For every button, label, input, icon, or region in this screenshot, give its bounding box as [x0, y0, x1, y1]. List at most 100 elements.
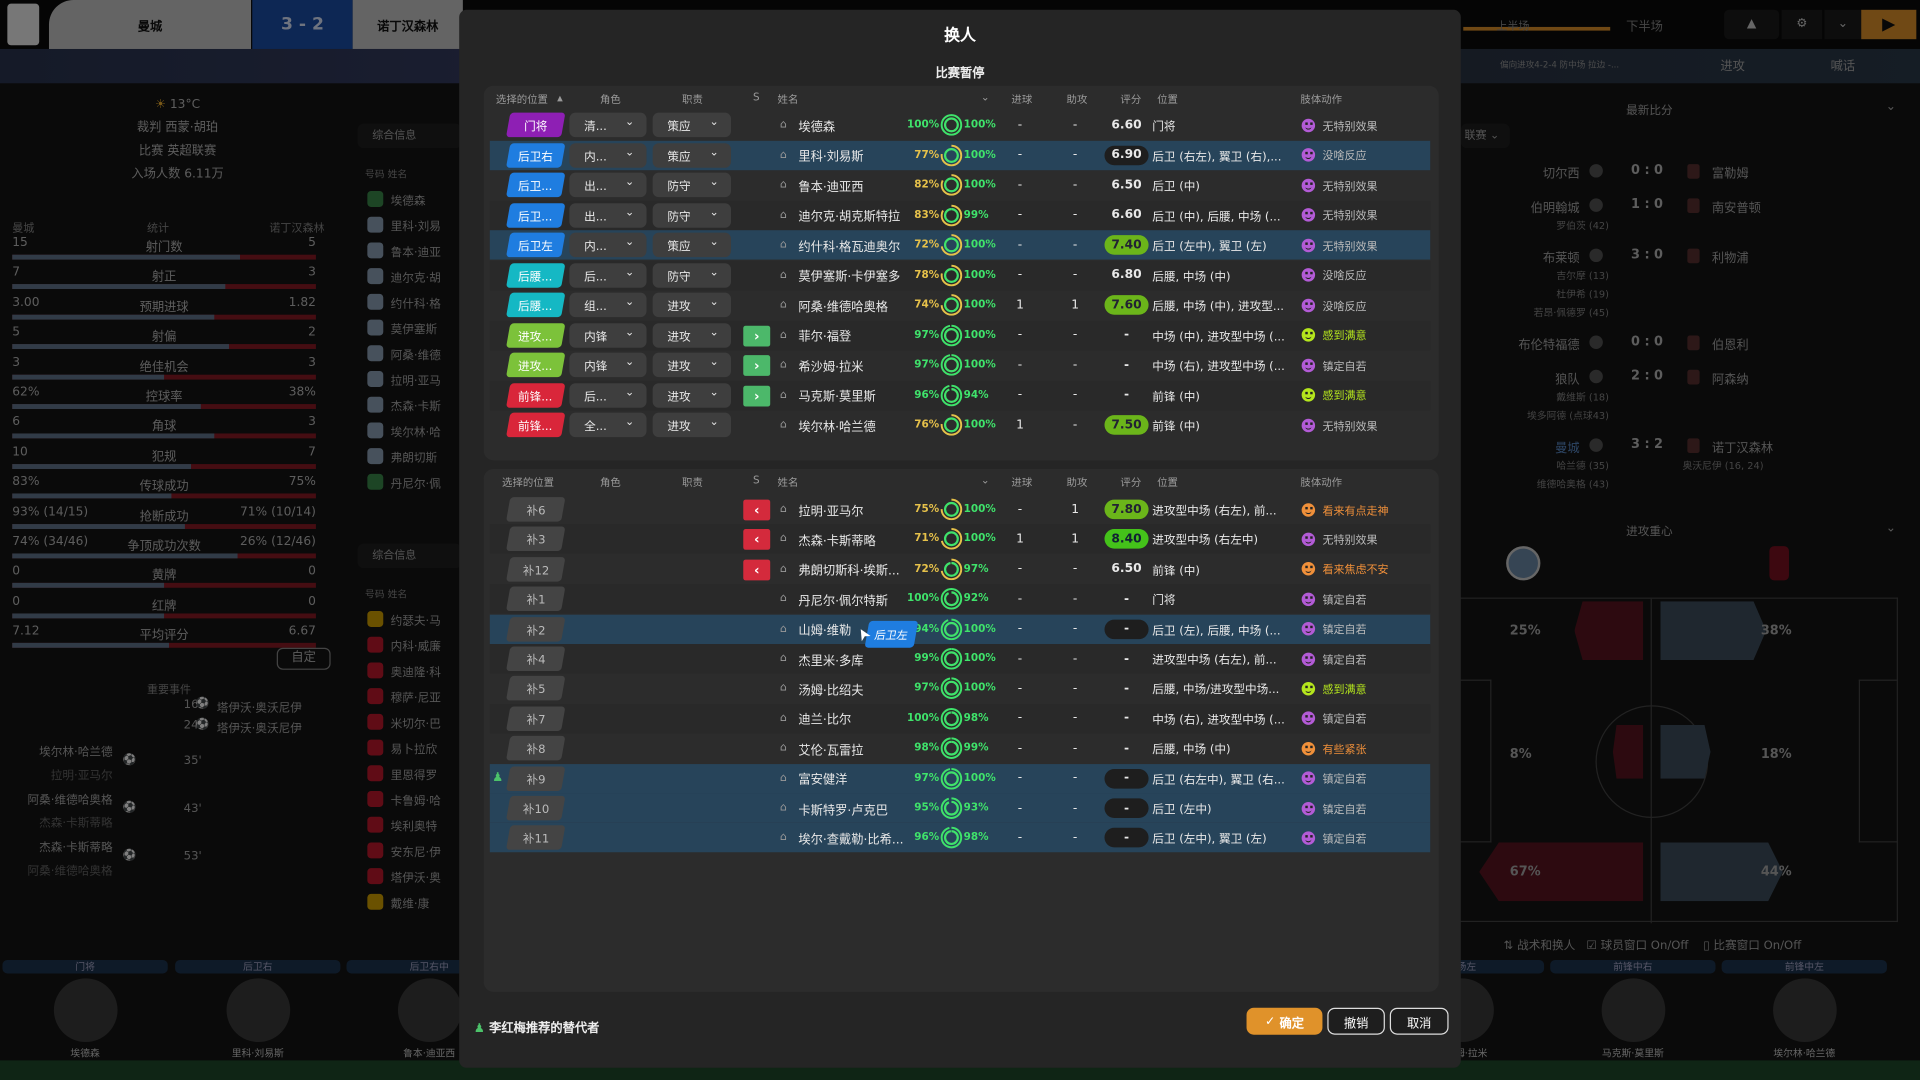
sort-chevron-icon[interactable]: ⌄ [981, 92, 990, 104]
sub-in-arrow-icon[interactable]: ‹ [743, 529, 771, 551]
sub-row[interactable]: 补3 ‹ ⌂ 杰森·卡斯蒂略 71% 100% 1 1 8.40 进攻型中场 (右左中) 无特别效果 [489, 524, 1431, 554]
player-profile-icon[interactable]: ⌂ [780, 525, 787, 554]
sub-row[interactable]: 补7 ⌂ 迪兰·比尔 100% 98% - - - 中场 (右), 进攻型中场 (... 镇定自若 [489, 703, 1431, 734]
sort-name-header[interactable]: 姓名 [778, 92, 799, 106]
role-dropdown[interactable]: 内锋 ⌄ [569, 322, 647, 348]
player-name[interactable]: 迪兰·比尔 [798, 704, 851, 733]
starter-row[interactable]: 前锋... 后... ⌄ 进攻 ⌄ › ⌂ 马克斯·莫里斯 96% 94% - - - 前锋 (中) 感到满… [489, 380, 1431, 410]
player-name[interactable]: 鲁本·迪亚西 [798, 170, 863, 199]
player-name[interactable]: 富安健洋 [798, 764, 847, 793]
duty-dropdown[interactable]: 策应 ⌄ [652, 232, 732, 258]
player-profile-icon[interactable]: ⌂ [780, 260, 787, 289]
position-badge[interactable]: 进攻... [506, 322, 566, 348]
recommended-subs[interactable]: ♟ 李红梅推荐的替代者 [474, 1018, 599, 1035]
role-dropdown[interactable]: 内锋 ⌄ [569, 352, 647, 378]
player-name[interactable]: 马克斯·莫里斯 [798, 380, 875, 409]
player-profile-icon[interactable]: ⌂ [780, 230, 787, 259]
player-profile-icon[interactable]: ⌂ [780, 410, 787, 439]
sub-row[interactable]: 补2 ⌂ 山姆·维勒 94% 100% - - - 后卫 (左), 后腰, 中场 (... 镇定自… [489, 614, 1431, 648]
sub-out-arrow-icon[interactable]: › [743, 355, 771, 376]
sub-row[interactable]: 补11 ⌂ 埃尔·查戴勒·比希... 96% 98% - - - 后卫 (左中), 翼卫 (左)… [489, 823, 1431, 853]
player-profile-icon[interactable]: ⌂ [780, 290, 787, 319]
position-badge[interactable]: 补7 [506, 706, 566, 731]
position-badge[interactable]: 补5 [506, 676, 566, 701]
player-profile-icon[interactable]: ⌂ [780, 110, 787, 139]
duty-dropdown[interactable]: 进攻 ⌄ [652, 382, 732, 408]
position-badge[interactable]: 补3 [506, 527, 566, 552]
duty-dropdown[interactable]: 进攻 ⌄ [652, 352, 732, 378]
sub-row[interactable]: 补6 ‹ ⌂ 拉明·亚马尔 75% 100% - 1 7.80 进攻型中场 (右左), 前... 看… [490, 495, 1430, 524]
player-name[interactable]: 山姆·维勒 [798, 614, 851, 643]
undo-button[interactable]: 撤销 [1327, 1007, 1385, 1035]
player-name[interactable]: 拉明·亚马尔 [798, 495, 863, 524]
player-profile-icon[interactable]: ⌂ [780, 793, 787, 822]
position-badge[interactable]: 后卫左 [506, 232, 566, 258]
sub-row[interactable]: 补4 ⌂ 杰里米·多库 99% 100% - - - 进攻型中场 (右左), 前... 镇定自若 [489, 644, 1431, 674]
player-name[interactable]: 埃德森 [798, 110, 835, 139]
duty-dropdown[interactable]: 进攻 ⌄ [652, 322, 732, 348]
player-profile-icon[interactable]: ⌂ [780, 764, 787, 793]
sort-position-header[interactable]: 选择的位置 [502, 475, 554, 490]
player-profile-icon[interactable]: ⌂ [780, 495, 787, 524]
starter-row[interactable]: 进攻... 内锋 ⌄ 进攻 ⌄ › ⌂ 希沙姆·拉米 97% 100% - - - 中场 (右), 进攻型… [490, 350, 1430, 379]
position-badge[interactable]: 补9 [506, 766, 566, 791]
role-dropdown[interactable]: 后... ⌄ [569, 382, 647, 408]
player-profile-icon[interactable]: ⌂ [780, 704, 787, 733]
position-badge[interactable]: 门将 [506, 112, 566, 138]
position-badge[interactable]: 后卫右 [506, 142, 566, 168]
duty-dropdown[interactable]: 进攻 ⌄ [652, 292, 732, 318]
position-badge[interactable]: 补1 [506, 586, 566, 612]
player-profile-icon[interactable]: ⌂ [780, 350, 787, 379]
sort-name-header[interactable]: 姓名 [778, 475, 799, 490]
sub-row[interactable]: 补5 ⌂ 汤姆·比绍夫 97% 100% - - - 后腰, 中场/进攻型中场... 感到满意 [490, 674, 1430, 703]
position-badge[interactable]: 进攻... [506, 352, 566, 378]
player-profile-icon[interactable]: ⌂ [780, 734, 787, 763]
sort-chevron-icon[interactable]: ⌄ [981, 475, 990, 487]
player-name[interactable]: 阿桑·维德哈奥格 [798, 290, 888, 319]
position-badge[interactable]: 补4 [506, 646, 566, 672]
starter-row[interactable]: 后卫左 内... ⌄ 策应 ⌄ ⌂ 约什科·格瓦迪奥尔 72% 100% - -7.40 后卫 (左中… [489, 230, 1431, 260]
duty-dropdown[interactable]: 防守 ⌄ [652, 202, 732, 228]
position-badge[interactable]: 补11 [506, 825, 566, 851]
cancel-button[interactable]: 取消 [1389, 1007, 1449, 1035]
sub-in-arrow-icon[interactable]: ‹ [743, 499, 771, 521]
position-badge[interactable]: 补10 [506, 795, 566, 821]
player-name[interactable]: 里科·刘易斯 [798, 140, 863, 169]
player-profile-icon[interactable]: ⌂ [780, 170, 787, 199]
duty-dropdown[interactable]: 策应 ⌄ [652, 112, 732, 138]
player-profile-icon[interactable]: ⌂ [780, 823, 787, 852]
player-profile-icon[interactable]: ⌂ [780, 200, 787, 229]
role-dropdown[interactable]: 出... ⌄ [569, 202, 647, 228]
starter-row[interactable]: 后卫... 出... ⌄ 防守 ⌄ ⌂ 迪尔克·胡克斯特拉 83% 99% - -6.60 后卫 (中… [489, 200, 1431, 230]
confirm-button[interactable]: ✓ 确定 [1246, 1007, 1323, 1035]
player-name[interactable]: 汤姆·比绍夫 [798, 674, 863, 703]
role-dropdown[interactable]: 出... ⌄ [569, 172, 647, 198]
position-badge[interactable]: 补8 [506, 736, 566, 761]
sub-row[interactable]: 补10 ⌂ 卡斯特罗·卢克巴 95% 93% - - - 后卫 (左中) 镇定自若 [489, 793, 1431, 823]
duty-dropdown[interactable]: 进攻 ⌄ [652, 412, 732, 438]
duty-dropdown[interactable]: 防守 ⌄ [652, 262, 732, 288]
starter-row[interactable]: 后卫... 出... ⌄ 防守 ⌄ ⌂ 鲁本·迪亚西 82% 100% - - 6.50 后卫 (中) 无… [490, 170, 1430, 199]
player-profile-icon[interactable]: ⌂ [780, 320, 787, 349]
sub-row[interactable]: 补12 ‹ ⌂ 弗朗切斯科·埃斯... 72% 97% - -6.50 前锋 (中) 看来焦虑不安 [490, 554, 1430, 583]
role-dropdown[interactable]: 内... ⌄ [569, 232, 647, 258]
player-name[interactable]: 卡斯特罗·卢克巴 [798, 793, 888, 822]
player-profile-icon[interactable]: ⌂ [780, 614, 787, 643]
role-dropdown[interactable]: 清... ⌄ [569, 112, 647, 138]
sub-out-arrow-icon[interactable]: › [743, 325, 771, 346]
starter-row[interactable]: 后腰... 后... ⌄ 防守 ⌄ ⌂ 莫伊塞斯·卡伊塞多 78% 100% - -6.80 后腰, … [489, 260, 1431, 290]
position-badge[interactable]: 前锋... [506, 412, 566, 438]
position-badge[interactable]: 补2 [506, 616, 566, 642]
position-badge[interactable]: 后腰... [506, 292, 566, 318]
duty-dropdown[interactable]: 防守 ⌄ [652, 172, 732, 198]
player-name[interactable]: 杰里米·多库 [798, 644, 863, 673]
role-dropdown[interactable]: 后... ⌄ [569, 262, 647, 288]
sub-row[interactable]: 补8 ⌂ 艾伦·瓦雷拉 98% 99% - - - 后腰, 中场 (中) 有些紧张 [490, 734, 1430, 763]
sub-row[interactable]: 补9 ♟ ⌂ 富安健洋 97% 100% - - - 后卫 (右左中), 翼卫 (右... 镇定自若 [489, 763, 1431, 793]
role-dropdown[interactable]: 全... ⌄ [569, 412, 647, 438]
starter-row[interactable]: 后卫右 内... ⌄ 策应 ⌄ ⌂ 里科·刘易斯 77% 100% - - 6.90 后卫 (右左), … [489, 140, 1431, 170]
player-name[interactable]: 丹尼尔·佩尔特斯 [798, 584, 888, 613]
player-name[interactable]: 埃尔林·哈兰德 [798, 410, 875, 439]
position-badge[interactable]: 后卫... [506, 202, 566, 228]
player-profile-icon[interactable]: ⌂ [780, 140, 787, 169]
